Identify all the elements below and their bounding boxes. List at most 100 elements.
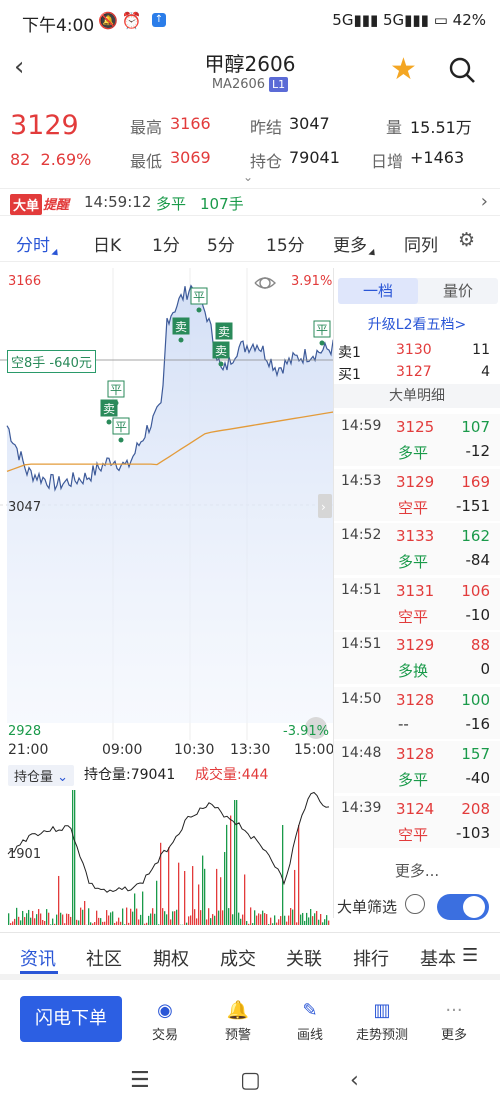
volume-bar: [38, 909, 40, 925]
volume-bar: [270, 917, 272, 925]
tab-community[interactable]: 社区: [86, 945, 122, 971]
volume-bar: [74, 790, 76, 925]
menu-icon[interactable]: ☰: [462, 945, 478, 966]
battery-level: 42%: [452, 11, 486, 29]
depth-segment: 一档 量价: [338, 278, 498, 304]
change-value: 82: [10, 150, 31, 169]
draw-line-label: 画线: [296, 1028, 323, 1043]
tab-related[interactable]: 关联: [286, 945, 322, 971]
trade-mark-label: 卖: [218, 325, 230, 339]
volume-chart[interactable]: 1901: [0, 785, 333, 925]
volume-bar: [252, 923, 254, 925]
trade-button[interactable]: ◉ 交易: [130, 1000, 200, 1043]
alert-button[interactable]: 🔔 预警: [203, 1000, 273, 1043]
bid1-volume: 4: [481, 364, 490, 380]
volume-bar: [116, 921, 118, 925]
volume-bar: [232, 914, 234, 925]
trade-volume: 106: [461, 581, 490, 600]
volume-bar: [108, 915, 110, 925]
more-trades-link[interactable]: 更多...: [334, 860, 500, 881]
tab-fundamentals[interactable]: 基本: [420, 945, 456, 971]
tab-intraday[interactable]: 分时: [16, 231, 61, 259]
volume-bar: [154, 913, 156, 925]
chevron-right-icon[interactable]: ›: [481, 191, 488, 212]
volume-bar: [44, 921, 46, 925]
volume-bar: [282, 825, 284, 925]
volume-bar: [234, 800, 236, 925]
big-order-alert[interactable]: 大单 提醒 14:59:12 多平 107手 ›: [0, 188, 500, 216]
eye-outline: [254, 277, 276, 289]
volume-bar: [134, 893, 136, 925]
draw-line-button[interactable]: ✎ 画线: [275, 1000, 345, 1043]
volume-bar: [228, 908, 230, 925]
trade-row: 14:52 3133 162 多平 -84: [334, 523, 500, 575]
tab-daily-k[interactable]: 日K: [93, 231, 121, 256]
indicator-selector[interactable]: 持仓量 ⌄: [8, 765, 75, 786]
flash-order-button[interactable]: 闪电下单: [20, 996, 122, 1042]
trade-price: 3131: [396, 581, 435, 600]
trade-price: 3125: [396, 418, 435, 436]
settings-gear-icon[interactable]: ⚙: [458, 229, 475, 251]
dropdown-icon: [368, 248, 378, 259]
volume-value: 15.51万: [410, 118, 472, 137]
volume-bar: [128, 922, 130, 925]
trade-row: 14:48 3128 157 多平 -40: [334, 741, 500, 793]
status-right: 5G▮▮▮ 5G▮▮▮ ▭ 42%: [332, 11, 486, 29]
volume-bar: [28, 909, 30, 925]
contract-code-text: MA2606: [211, 77, 266, 92]
expand-chevron-icon[interactable]: ⌄: [243, 170, 253, 184]
tab-1min[interactable]: 1分: [152, 231, 180, 256]
segment-level1[interactable]: 一档: [338, 278, 418, 304]
more-button[interactable]: ··· 更多: [419, 1000, 489, 1043]
tab-options[interactable]: 期权: [153, 945, 189, 971]
volume-bar: [42, 919, 44, 925]
back-nav-icon[interactable]: ‹: [350, 1068, 359, 1093]
tab-news[interactable]: 资讯: [20, 945, 56, 971]
volume-bar: [100, 918, 102, 925]
trade-price: 3129: [396, 636, 435, 654]
recent-apps-icon[interactable]: ☰: [130, 1068, 150, 1093]
volume-y-label: 1901: [8, 847, 42, 862]
tab-15min[interactable]: 15分: [266, 231, 305, 256]
last-price: 3129: [10, 110, 79, 141]
volume-bar: [190, 915, 192, 925]
tab-5min[interactable]: 5分: [207, 231, 235, 256]
volume-bar: [208, 908, 210, 925]
volume-bar: [288, 915, 290, 925]
pen-icon: ✎: [302, 1000, 318, 1021]
volume-bar: [256, 915, 258, 925]
volume-bar: [144, 923, 146, 925]
volume-bar: [96, 910, 98, 925]
tab-ranking[interactable]: 排行: [353, 945, 389, 971]
trend-forecast-button[interactable]: ▥ 走势预测: [347, 1000, 417, 1043]
volume-bar: [280, 916, 282, 925]
trade-oi-change: -103: [455, 823, 490, 842]
contract-code: MA2606 L1: [0, 77, 500, 92]
upgrade-l2-link[interactable]: 升级L2看五档>: [334, 314, 500, 334]
filter-settings-icon[interactable]: [405, 894, 425, 914]
trend-forecast-label: 走势预测: [355, 1028, 408, 1043]
trade-mark-label: 平: [193, 290, 205, 304]
volume-bar: [264, 913, 266, 925]
tab-more[interactable]: 更多: [333, 231, 378, 259]
volume-bar: [292, 909, 294, 925]
volume-bar: [60, 912, 62, 925]
tab-trades[interactable]: 成交: [220, 945, 256, 971]
volume-bar: [178, 862, 180, 925]
favorite-star-icon[interactable]: ★: [390, 52, 417, 87]
daily-increase-label: 日增: [371, 152, 404, 171]
position-tag[interactable]: 空8手 -640元: [7, 350, 96, 373]
volume-bar: [142, 891, 144, 925]
tab-peers[interactable]: 同列: [404, 231, 438, 256]
search-icon[interactable]: [448, 56, 476, 84]
volume-bar: [132, 911, 134, 925]
segment-volume-price[interactable]: 量价: [418, 278, 498, 304]
home-icon[interactable]: ▢: [240, 1068, 261, 1093]
volume-bar: [36, 914, 38, 925]
intraday-chart[interactable]: 平卖平卖卖卖平平 › 3166 3.91% 3047 2928 -3.91% 空…: [0, 268, 334, 763]
trade-label: 交易: [151, 1028, 178, 1043]
low-label: 最低: [130, 152, 163, 171]
trade-action: 多换: [398, 662, 429, 680]
trade-row: 14:59 3125 107 多平 -12: [334, 414, 500, 466]
volume-bar: [248, 923, 250, 925]
